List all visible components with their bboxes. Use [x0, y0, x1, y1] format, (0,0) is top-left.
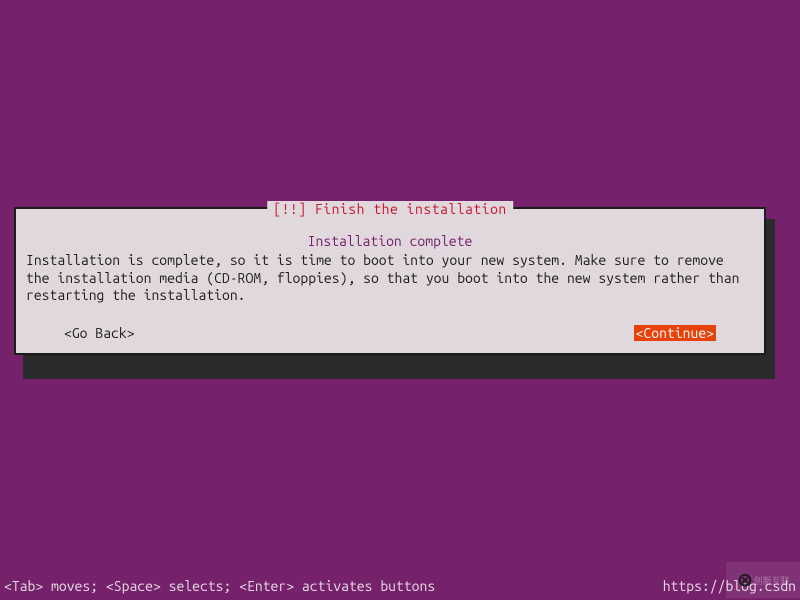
finish-installation-dialog: [!!] Finish the installation Installatio…	[14, 207, 766, 355]
dialog-title: [!!] Finish the installation	[267, 201, 513, 217]
status-help-text: <Tab> moves; <Space> selects; <Enter> ac…	[4, 578, 435, 594]
dialog-title-wrap: [!!] Finish the installation	[26, 215, 754, 229]
source-url-text: https://blog.csdn	[663, 578, 796, 594]
go-back-button[interactable]: <Go Back>	[64, 325, 135, 341]
dialog-button-row: <Go Back> <Continue>	[26, 325, 754, 341]
status-bar: <Tab> moves; <Space> selects; <Enter> ac…	[4, 578, 796, 594]
dialog-subtitle: Installation complete	[26, 233, 754, 249]
continue-button[interactable]: <Continue>	[634, 325, 716, 341]
dialog-body-text: Installation is complete, so it is time …	[26, 252, 754, 305]
